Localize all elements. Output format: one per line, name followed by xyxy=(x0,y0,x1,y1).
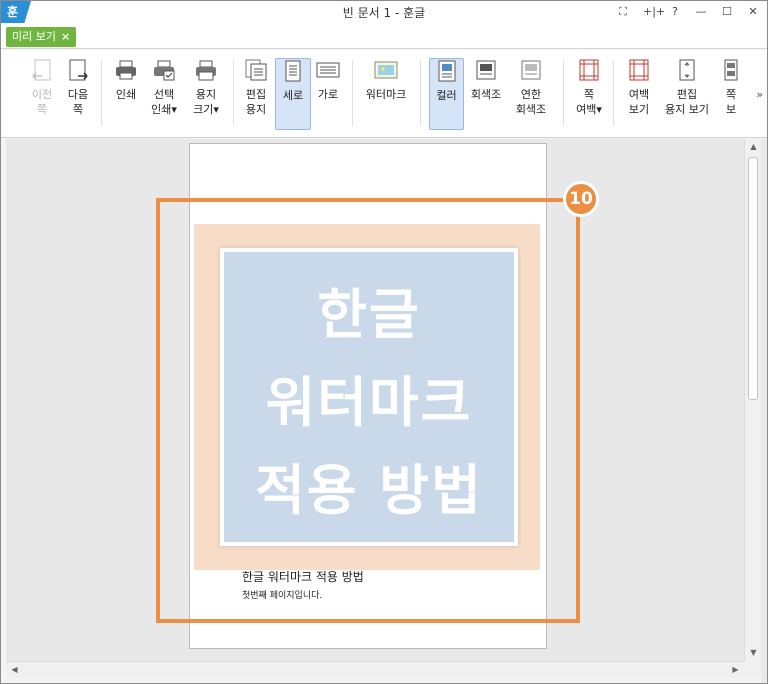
light-grayscale-page-icon xyxy=(521,60,541,80)
ribbon-separator xyxy=(563,60,564,126)
title-bar: 훈 빈 문서 1 - 훈글 ⛶ +|+ ? — ☐ ✕ xyxy=(1,1,767,25)
page-margin-button[interactable]: 쪽 여백▾ xyxy=(571,58,607,130)
ribbon-toolbar: 이전 쪽 다음 쪽 인쇄 선택 인쇄▾ 용지 크기▾ 편집 용지 세로 가로 워… xyxy=(1,50,767,138)
title-bar-buttons: ⛶ +|+ ? — ☐ ✕ xyxy=(617,5,759,19)
margin-view-button[interactable]: 여백 보기 xyxy=(621,58,657,130)
scroll-right-icon[interactable]: ▶ xyxy=(727,662,744,678)
light-grayscale-label-1: 연한 xyxy=(520,88,542,101)
portrait-label: 세로 xyxy=(282,89,304,102)
tab-preview[interactable]: 미리 보기 × xyxy=(6,27,77,47)
portrait-page-icon xyxy=(285,60,301,82)
select-print-icon xyxy=(154,60,175,81)
minimize-button[interactable]: — xyxy=(695,5,707,19)
prev-page-button[interactable]: 이전 쪽 xyxy=(25,58,59,130)
tab-preview-label: 미리 보기 xyxy=(12,30,56,43)
margin-view-label-1: 여백 xyxy=(628,88,650,101)
scroll-down-icon[interactable]: ▼ xyxy=(745,645,762,661)
color-mode-button[interactable]: 컬러 xyxy=(429,58,464,130)
maximize-button[interactable]: ☐ xyxy=(721,5,733,19)
next-page-icon xyxy=(69,59,88,81)
watermark-label: 워터마크 xyxy=(365,88,407,101)
page-view-label-1: 쪽 xyxy=(725,88,737,101)
vertical-scrollbar[interactable]: ▲ ▼ xyxy=(744,139,761,661)
edit-paper-view-label-1: 편집 xyxy=(676,88,698,101)
close-button[interactable]: ✕ xyxy=(747,5,759,19)
landscape-button[interactable]: 가로 xyxy=(313,58,343,130)
app-window: 훈 빈 문서 1 - 훈글 ⛶ +|+ ? — ☐ ✕ 미리 보기 × 이전 쪽 … xyxy=(0,0,768,684)
page-margin-label-1: 쪽 xyxy=(583,88,595,101)
ribbon-separator xyxy=(613,60,614,126)
grayscale-label: 회색조 xyxy=(470,88,502,101)
tab-close-icon[interactable]: × xyxy=(61,30,70,43)
scroll-left-icon[interactable]: ◀ xyxy=(6,662,23,678)
horizontal-scrollbar[interactable]: ◀ ▶ xyxy=(6,661,744,678)
scrollbar-corner xyxy=(744,661,761,678)
paper-size-icon xyxy=(196,60,216,81)
margin-view-icon xyxy=(629,59,649,81)
edit-paper-icon xyxy=(245,59,267,81)
print-label: 인쇄 xyxy=(115,88,137,101)
select-print-label-2: 인쇄▾ xyxy=(151,103,177,116)
landscape-label: 가로 xyxy=(317,88,339,101)
paper-size-label-1: 용지 xyxy=(195,88,217,101)
ribbon-more-icon[interactable]: » xyxy=(756,88,763,101)
window-right-edge xyxy=(761,139,767,683)
tab-row: 미리 보기 × xyxy=(1,25,767,49)
ribbon-separator xyxy=(420,60,421,126)
color-mode-label: 컬러 xyxy=(436,89,457,102)
printer-icon xyxy=(116,60,136,80)
portrait-button[interactable]: 세로 xyxy=(275,58,311,130)
landscape-page-icon xyxy=(316,62,340,78)
ribbon-separator xyxy=(101,60,102,126)
ribbon-separator xyxy=(233,60,234,126)
edit-paper-view-label-2: 용지 보기 xyxy=(665,103,709,116)
print-button[interactable]: 인쇄 xyxy=(109,58,143,130)
highlight-box xyxy=(156,198,580,623)
watermark-icon xyxy=(374,61,398,79)
light-grayscale-button[interactable]: 연한 회색조 xyxy=(509,58,553,130)
page-margin-label-2: 여백▾ xyxy=(576,103,602,116)
paper-size-label-2: 크기▾ xyxy=(193,103,219,116)
grayscale-page-icon xyxy=(476,60,496,80)
prev-page-label-2: 쪽 xyxy=(36,103,48,116)
page-view-label-2: 보 xyxy=(725,103,737,116)
ribbon-separator xyxy=(352,60,353,126)
edit-paper-label-1: 편집 xyxy=(245,88,267,101)
step-number-badge: 10 xyxy=(563,181,599,217)
preview-workspace: 한글 워터마크 적용 방법 한글 워터마크 적용 방법 첫번째 페이지입니다. … xyxy=(6,139,744,661)
select-print-label-1: 선택 xyxy=(153,88,175,101)
edit-paper-view-button[interactable]: 편집 용지 보기 xyxy=(661,58,713,130)
next-page-label-1: 다음 xyxy=(67,88,89,101)
page-view-button[interactable]: 쪽 보 xyxy=(717,58,745,130)
color-page-icon xyxy=(438,60,455,82)
edit-paper-label-2: 용지 xyxy=(245,103,267,116)
split-view-icon[interactable]: +|+ xyxy=(643,5,665,19)
edit-paper-button[interactable]: 편집 용지 xyxy=(239,58,273,130)
edit-paper-view-icon xyxy=(679,59,695,81)
light-grayscale-label-2: 회색조 xyxy=(515,103,547,116)
prev-page-icon xyxy=(32,59,51,81)
select-print-button[interactable]: 선택 인쇄▾ xyxy=(145,58,183,130)
page-view-icon xyxy=(724,59,738,81)
help-icon[interactable]: ? xyxy=(669,5,681,19)
vertical-scroll-thumb[interactable] xyxy=(748,157,758,400)
margin-view-label-2: 보기 xyxy=(628,103,650,116)
watermark-button[interactable]: 워터마크 xyxy=(361,58,411,130)
scroll-up-icon[interactable]: ▲ xyxy=(745,139,762,155)
paper-size-button[interactable]: 용지 크기▾ xyxy=(187,58,225,130)
prev-page-label-1: 이전 xyxy=(31,88,53,101)
page-margin-icon xyxy=(579,59,599,81)
next-page-button[interactable]: 다음 쪽 xyxy=(61,58,95,130)
fullscreen-icon[interactable]: ⛶ xyxy=(617,5,629,19)
grayscale-button[interactable]: 회색조 xyxy=(467,58,505,130)
next-page-label-2: 쪽 xyxy=(72,103,84,116)
